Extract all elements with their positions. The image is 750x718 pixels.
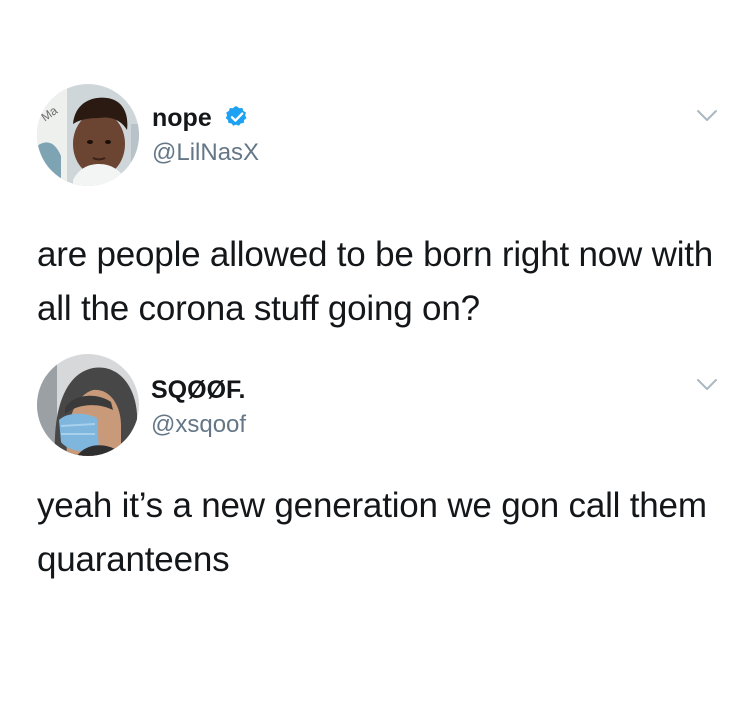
avatar-image: Ma (37, 84, 139, 186)
avatar-xsqoof[interactable] (37, 354, 139, 456)
chevron-down-icon[interactable] (696, 109, 718, 123)
verified-badge-icon (225, 106, 247, 126)
chevron-down-icon[interactable] (696, 378, 718, 392)
avatar-image (37, 354, 139, 456)
tweet-text: yeah it’s a new generation we gon call t… (37, 486, 707, 579)
tweet-text: are people allowed to be born right now … (37, 235, 714, 328)
avatar-lilnasx[interactable]: Ma (37, 84, 139, 186)
user-handle[interactable]: @xsqoof (151, 411, 246, 439)
display-name[interactable]: nope (152, 104, 212, 132)
tweet-screenshot: { "tweets": [ { "display_name": "nope", … (0, 0, 750, 718)
display-name[interactable]: SQØØF. (151, 376, 245, 404)
user-handle[interactable]: @LilNasX (152, 139, 259, 167)
